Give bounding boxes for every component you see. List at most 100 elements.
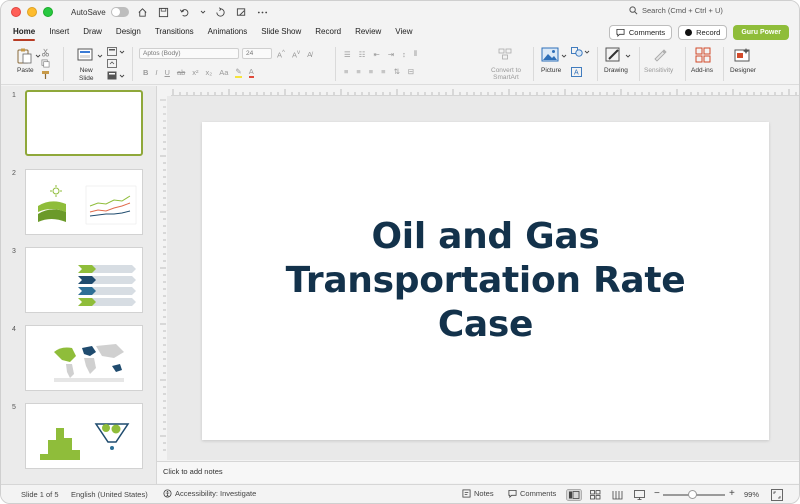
- format-painter-icon[interactable]: [41, 70, 51, 80]
- numbering-icon[interactable]: ☷: [359, 50, 366, 59]
- autosave-control[interactable]: AutoSave: [71, 7, 129, 17]
- current-slide[interactable]: Oil and Gas Transportation Rate Case: [202, 122, 769, 440]
- copy-icon[interactable]: [41, 59, 50, 68]
- slide-thumbnail-4[interactable]: [25, 325, 143, 391]
- font-size-select[interactable]: 24: [242, 48, 272, 59]
- decrease-indent-icon[interactable]: ⇤: [373, 50, 379, 59]
- comments-button[interactable]: Comments: [608, 25, 673, 40]
- save-icon[interactable]: [158, 6, 170, 18]
- bold-icon[interactable]: B: [143, 68, 148, 77]
- close-window-button[interactable]: [11, 7, 21, 17]
- decrease-font-icon[interactable]: Av: [292, 49, 300, 60]
- language-indicator[interactable]: English (United States): [71, 490, 148, 499]
- sensitivity-icon[interactable]: [652, 47, 668, 63]
- autosave-toggle[interactable]: [110, 7, 129, 17]
- clear-formatting-icon[interactable]: A̸: [307, 50, 312, 59]
- tab-slide-show[interactable]: Slide Show: [261, 23, 301, 43]
- more-options-icon[interactable]: [257, 6, 269, 18]
- increase-font-icon[interactable]: A^: [277, 49, 285, 60]
- slide-thumbnail-2[interactable]: [25, 169, 143, 235]
- guru-power-button[interactable]: Guru Power: [733, 25, 789, 40]
- reading-view-icon[interactable]: [612, 490, 623, 500]
- home-icon[interactable]: [137, 6, 149, 18]
- new-slide-dropdown-icon[interactable]: [97, 53, 103, 59]
- slide-title[interactable]: Oil and Gas Transportation Rate Case: [286, 215, 686, 347]
- subscript-icon[interactable]: x₂: [206, 68, 213, 77]
- ribbon-separator: [685, 47, 686, 81]
- zoom-out-icon[interactable]: −: [654, 488, 660, 499]
- picture-dropdown-icon[interactable]: [561, 53, 567, 59]
- bullets-icon[interactable]: ☰: [344, 50, 351, 59]
- cut-icon[interactable]: [41, 48, 50, 57]
- align-right-icon[interactable]: ≡: [369, 67, 373, 76]
- undo-icon[interactable]: [179, 6, 191, 18]
- font-name-select[interactable]: Aptos (Body): [139, 48, 239, 59]
- convert-smartart-icon[interactable]: [498, 48, 512, 60]
- line-spacing-icon[interactable]: ↕: [402, 50, 406, 59]
- accessibility-status[interactable]: Accessibility: Investigate: [163, 489, 256, 498]
- slideshow-icon[interactable]: [634, 490, 645, 500]
- zoom-slider-knob[interactable]: [688, 490, 697, 499]
- drawing-icon[interactable]: [605, 47, 623, 63]
- tab-view[interactable]: View: [395, 23, 412, 43]
- redo-icon[interactable]: [215, 6, 227, 18]
- drawing-dropdown-icon[interactable]: [625, 53, 631, 59]
- tab-draw[interactable]: Draw: [83, 23, 102, 43]
- tab-transitions[interactable]: Transitions: [155, 23, 194, 43]
- tab-design[interactable]: Design: [116, 23, 141, 43]
- tab-home[interactable]: Home: [13, 23, 36, 43]
- new-slide-icon[interactable]: [77, 47, 95, 63]
- addins-icon[interactable]: [695, 47, 711, 63]
- zoom-level[interactable]: 99%: [744, 490, 759, 499]
- italic-icon[interactable]: I: [155, 68, 157, 77]
- tab-review[interactable]: Review: [355, 23, 381, 43]
- section-icon[interactable]: [107, 71, 117, 80]
- align-left-icon[interactable]: ≡: [344, 67, 348, 76]
- designer-icon[interactable]: [734, 47, 752, 63]
- notes-pane[interactable]: Click to add notes: [157, 461, 799, 483]
- layout-dropdown-icon[interactable]: [119, 49, 125, 55]
- picture-icon[interactable]: [541, 47, 559, 63]
- underline-icon[interactable]: U: [165, 68, 170, 77]
- comment-icon: [616, 28, 625, 37]
- change-case-icon[interactable]: Aa: [219, 68, 228, 77]
- window-controls: [11, 7, 53, 17]
- normal-view-icon[interactable]: [566, 489, 582, 501]
- section-dropdown-icon[interactable]: [119, 73, 125, 79]
- slide-sorter-icon[interactable]: [590, 490, 601, 500]
- tab-record[interactable]: Record: [315, 23, 341, 43]
- minimize-window-button[interactable]: [27, 7, 37, 17]
- tab-insert[interactable]: Insert: [49, 23, 69, 43]
- columns-icon[interactable]: ⫴: [414, 49, 417, 59]
- font-color-icon[interactable]: A: [248, 67, 254, 78]
- search-box[interactable]: Search (Cmd + Ctrl + U): [629, 6, 723, 15]
- slide-thumbnail-1[interactable]: [25, 90, 143, 156]
- notes-label: Notes: [474, 489, 494, 498]
- fit-to-window-icon[interactable]: [771, 489, 783, 501]
- format-painter-quick-icon[interactable]: [236, 6, 248, 18]
- paste-icon[interactable]: [15, 47, 33, 65]
- highlight-icon[interactable]: ✎: [235, 67, 242, 78]
- reset-slide-icon[interactable]: [107, 59, 117, 68]
- shapes-dropdown-icon[interactable]: [584, 49, 590, 55]
- align-text-icon[interactable]: ⊟: [408, 67, 414, 76]
- undo-dropdown-icon[interactable]: [200, 6, 206, 18]
- layout-icon[interactable]: [107, 47, 117, 56]
- notes-toggle-button[interactable]: Notes: [462, 489, 494, 498]
- increase-indent-icon[interactable]: ⇥: [388, 50, 394, 59]
- strikethrough-icon[interactable]: ab: [177, 68, 185, 77]
- zoom-window-button[interactable]: [43, 7, 53, 17]
- slide-thumbnail-5[interactable]: [25, 403, 143, 469]
- slide-thumbnail-3[interactable]: [25, 247, 143, 313]
- text-box-icon[interactable]: A: [571, 67, 582, 77]
- justify-icon[interactable]: ≡: [381, 67, 385, 76]
- text-direction-icon[interactable]: ⇅: [394, 67, 400, 76]
- paste-label: Paste: [17, 67, 34, 74]
- align-center-icon[interactable]: ≡: [356, 67, 360, 76]
- tab-animations[interactable]: Animations: [208, 23, 248, 43]
- status-comments-button[interactable]: Comments: [508, 489, 556, 498]
- superscript-icon[interactable]: x²: [192, 68, 198, 77]
- zoom-in-icon[interactable]: +: [729, 488, 735, 499]
- record-button[interactable]: Record: [678, 25, 728, 40]
- shapes-icon[interactable]: [571, 47, 583, 57]
